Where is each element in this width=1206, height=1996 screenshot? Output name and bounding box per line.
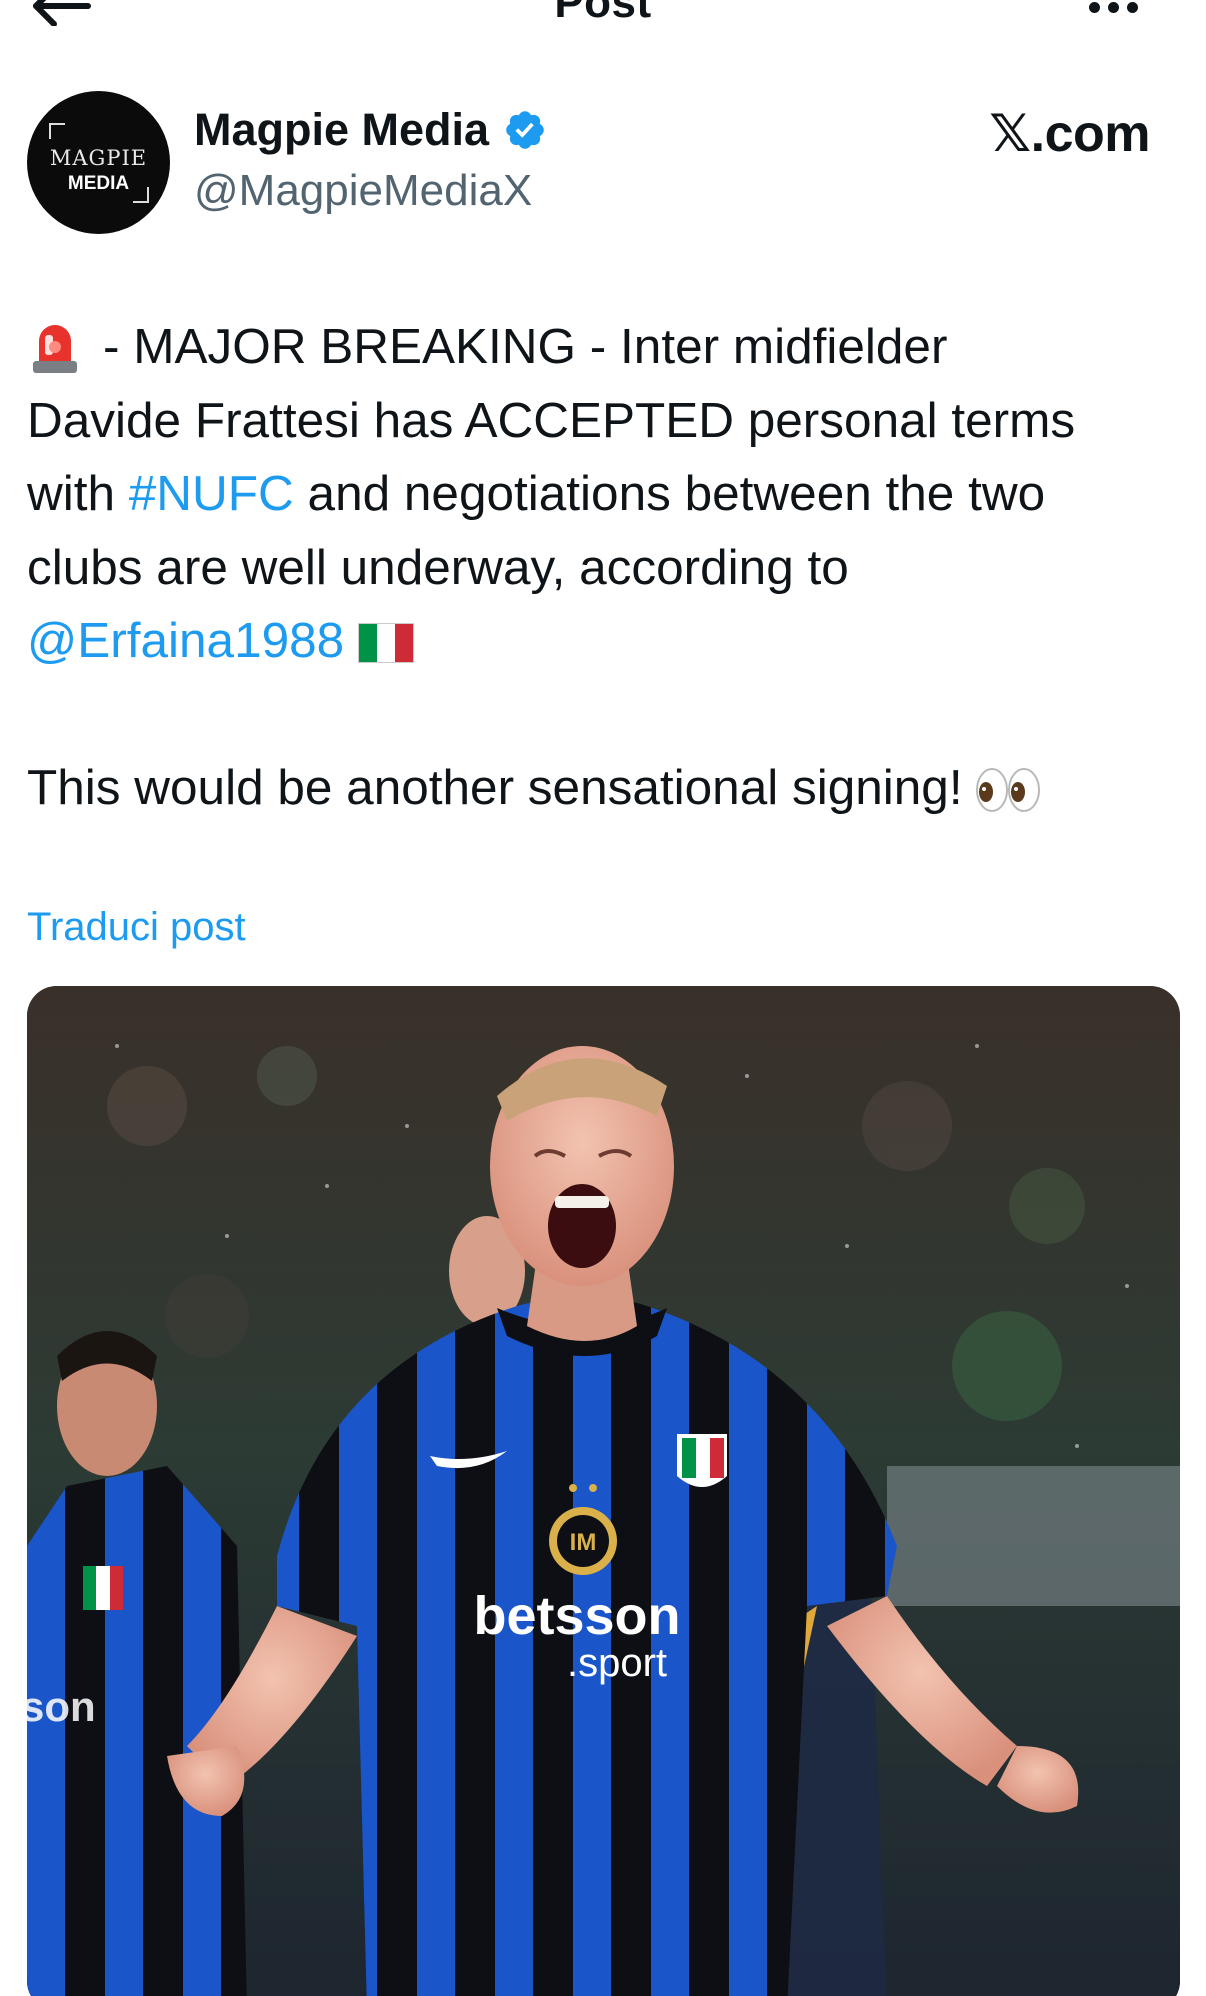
tweet-line: @Erfaina1988 (27, 604, 1187, 678)
tweet-line-3a: with (27, 466, 129, 521)
tweet-line-3b: and negotiations between the two (293, 466, 1046, 521)
tweet-line: with #NUFC and negotiations between the … (27, 457, 1187, 531)
page-title: Post (554, 0, 652, 27)
police-light-emoji (33, 325, 77, 373)
top-nav-bar: Post (0, 0, 1206, 40)
tweet-line-6: This would be another sensational signin… (27, 760, 963, 815)
avatar[interactable]: MAGPIE MEDIA (27, 91, 170, 234)
tweet-line-4: clubs are well underway, according to (27, 539, 849, 595)
author-display-name[interactable]: Magpie Media (194, 104, 547, 156)
hashtag-link[interactable]: #NUFC (129, 466, 294, 521)
source-label: 𝕏.com (989, 105, 1150, 163)
jersey-sponsor-text: betsson (473, 1586, 680, 1646)
player-celebration-photo: son IM betsson .sport (27, 986, 1180, 1996)
side-sponsor-text: son (27, 1683, 96, 1730)
jersey-sponsor-sub-text: .sport (567, 1641, 667, 1685)
verified-badge-icon (506, 111, 544, 149)
author-name-text: Magpie Media (194, 104, 490, 155)
translate-post-link[interactable]: Traduci post (27, 905, 246, 950)
avatar-logo-line1: MAGPIE (49, 146, 148, 170)
avatar-logo-line2: MEDIA (67, 173, 130, 194)
tweet-line: This would be another sensational signin… (27, 751, 1187, 825)
tweet-text: - MAJOR BREAKING - Inter midfielder Davi… (27, 310, 1187, 825)
tweet-media-image[interactable]: son IM betsson .sport (27, 986, 1180, 1996)
mention-link[interactable]: @Erfaina1988 (27, 613, 344, 668)
more-dots-icon[interactable] (1089, 2, 1138, 13)
svg-text:IM: IM (570, 1529, 597, 1556)
author-handle[interactable]: @MagpieMediaX (194, 166, 532, 216)
eyes-emoji (975, 768, 1040, 812)
italy-flag-emoji (358, 623, 415, 663)
tweet-line-1: - MAJOR BREAKING - Inter midfielder (103, 319, 948, 374)
tweet-line: - MAJOR BREAKING - Inter midfielder (27, 310, 1187, 384)
tweet-line-2: Davide Frattesi has ACCEPTED personal te… (27, 392, 1076, 448)
